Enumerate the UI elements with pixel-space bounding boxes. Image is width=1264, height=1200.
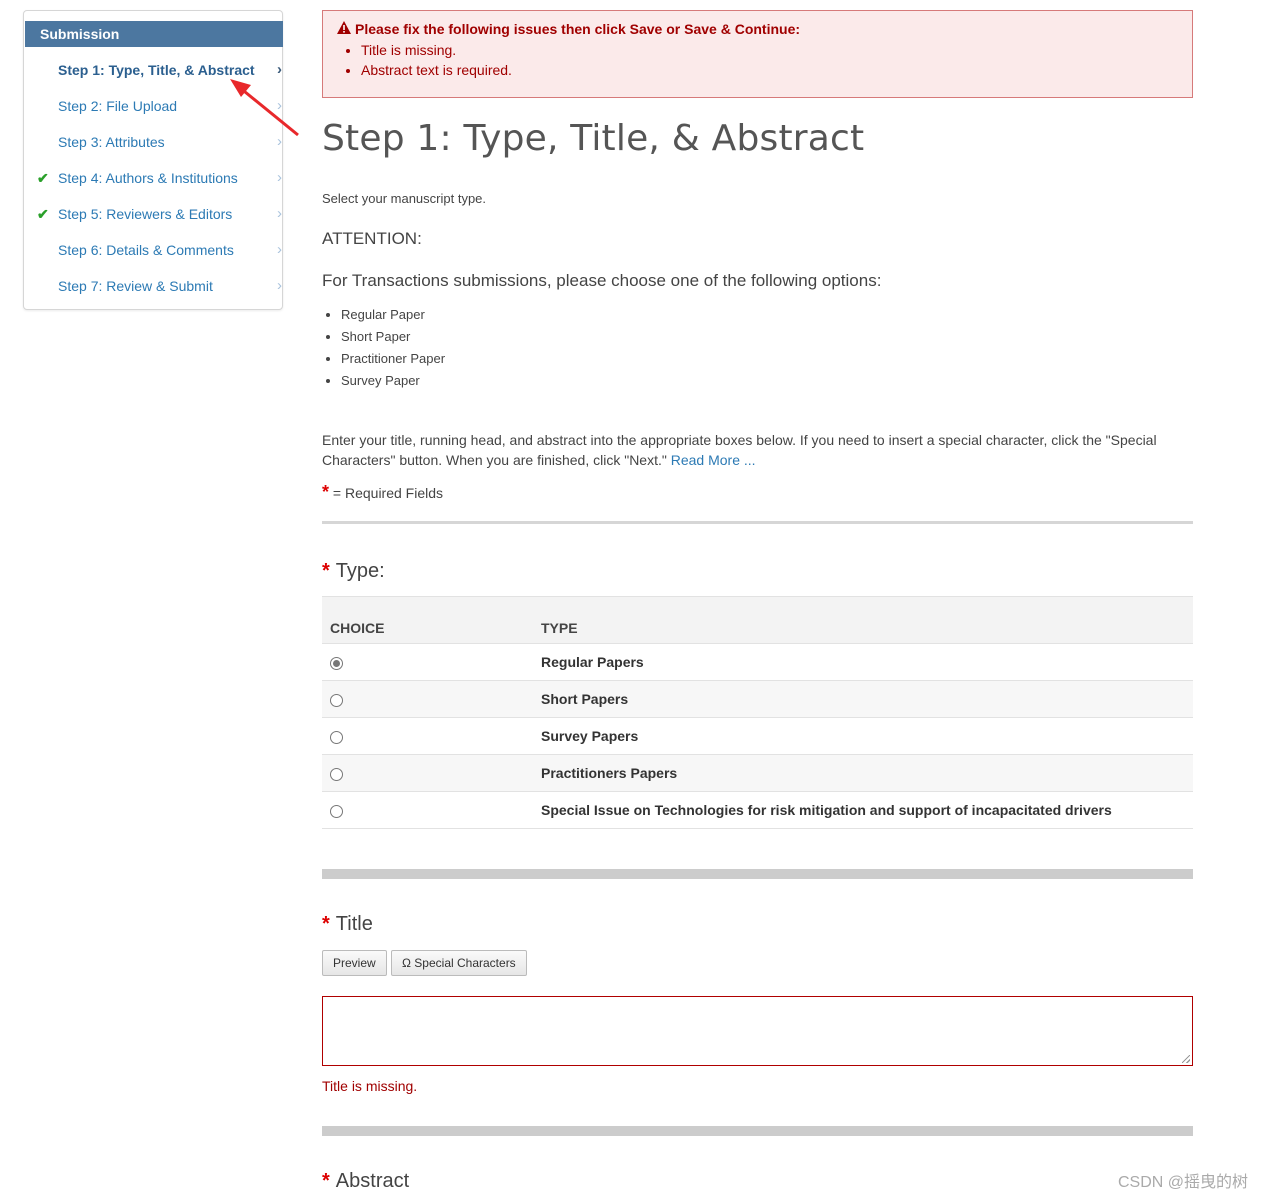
- sidebar-item-step5[interactable]: ✔ Step 5: Reviewers & Editors ›: [37, 204, 282, 224]
- sidebar-item-step4[interactable]: ✔ Step 4: Authors & Institutions ›: [37, 168, 282, 188]
- sidebar-item-step7[interactable]: Step 7: Review & Submit ›: [58, 276, 282, 296]
- radio-button[interactable]: [330, 694, 343, 707]
- chevron-right-icon: ›: [277, 169, 282, 186]
- read-more-link[interactable]: Read More ...: [671, 452, 756, 468]
- error-title-row: Please fix the following issues then cli…: [337, 21, 1178, 37]
- select-type-text: Select your manuscript type.: [322, 191, 487, 206]
- table-row[interactable]: Special Issue on Technologies for risk m…: [322, 791, 1193, 829]
- required-star: *: [322, 482, 330, 502]
- warning-icon: [337, 21, 351, 34]
- transactions-heading: For Transactions submissions, please cho…: [322, 271, 882, 290]
- section-divider: [322, 869, 1193, 879]
- table-row[interactable]: Short Papers: [322, 680, 1193, 718]
- list-item: Practitioner Paper: [341, 348, 445, 370]
- list-item: Short Paper: [341, 326, 445, 348]
- required-fields-note: * = Required Fields: [322, 482, 443, 503]
- chevron-right-icon: ›: [277, 241, 282, 258]
- list-item: Survey Paper: [341, 370, 445, 392]
- paper-options-list: Regular Paper Short Paper Practitioner P…: [322, 304, 445, 392]
- resize-handle-icon[interactable]: [1182, 1055, 1190, 1063]
- title-label: Title: [335, 913, 373, 935]
- radio-button[interactable]: [330, 657, 343, 670]
- radio-button[interactable]: [330, 731, 343, 744]
- abstract-label: Abstract: [335, 1170, 410, 1192]
- instructions-paragraph: Enter your title, running head, and abst…: [322, 430, 1193, 470]
- choice-cell: [322, 717, 533, 755]
- column-header-type: TYPE: [533, 596, 1193, 644]
- type-section-label: * Type:: [322, 560, 385, 583]
- sidebar-item-label: Step 2: File Upload: [58, 98, 178, 114]
- type-cell: Regular Papers: [533, 643, 1193, 681]
- type-cell: Practitioners Papers: [533, 754, 1193, 792]
- chevron-right-icon: ›: [277, 277, 282, 294]
- error-list: Title is missing. Abstract text is requi…: [337, 40, 1178, 80]
- watermark: CSDN @摇曳的树: [1117, 1174, 1248, 1191]
- type-label: Type:: [335, 560, 385, 582]
- sidebar-item-label: Step 5: Reviewers & Editors: [58, 206, 233, 222]
- section-divider: [322, 1126, 1193, 1136]
- radio-button[interactable]: [330, 805, 343, 818]
- table-row[interactable]: Practitioners Papers: [322, 754, 1193, 792]
- type-cell: Short Papers: [533, 680, 1193, 718]
- error-title: Please fix the following issues then cli…: [355, 21, 801, 37]
- required-star: *: [322, 1170, 330, 1192]
- checkmark-icon: ✔: [37, 170, 49, 186]
- table-row[interactable]: Regular Papers: [322, 643, 1193, 681]
- submission-sidebar: Submission Step 1: Type, Title, & Abstra…: [23, 10, 283, 310]
- special-characters-button[interactable]: Ω Special Characters: [391, 950, 527, 976]
- required-star: *: [322, 560, 330, 582]
- preview-button[interactable]: Preview: [322, 950, 387, 976]
- sidebar-item-label: Step 3: Attributes: [58, 134, 165, 150]
- sidebar-item-label: Step 6: Details & Comments: [58, 242, 234, 258]
- type-table: CHOICE TYPE Regular Papers Short Papers …: [322, 596, 1193, 829]
- list-item: Regular Paper: [341, 304, 445, 326]
- sidebar-item-label: Step 4: Authors & Institutions: [58, 170, 238, 186]
- sidebar-header: Submission: [25, 21, 283, 47]
- chevron-right-icon: ›: [277, 205, 282, 222]
- checkmark-icon: ✔: [37, 206, 49, 222]
- required-fields-text: = Required Fields: [329, 485, 444, 501]
- type-cell: Survey Papers: [533, 717, 1193, 755]
- title-section-label: * Title: [322, 913, 373, 936]
- title-field[interactable]: [322, 996, 1193, 1066]
- error-summary: Please fix the following issues then cli…: [322, 10, 1193, 98]
- error-item: Abstract text is required.: [361, 60, 1178, 80]
- required-star: *: [322, 913, 330, 935]
- choice-cell: [322, 791, 533, 829]
- table-row[interactable]: Survey Papers: [322, 717, 1193, 755]
- choice-cell: [322, 754, 533, 792]
- divider: [322, 521, 1193, 524]
- choice-cell: [322, 643, 533, 681]
- radio-button[interactable]: [330, 768, 343, 781]
- attention-heading: ATTENTION:: [322, 229, 422, 248]
- page-title: Step 1: Type, Title, & Abstract: [322, 118, 865, 159]
- title-error-message: Title is missing.: [322, 1078, 418, 1094]
- main-content: Please fix the following issues then cli…: [322, 10, 1193, 1192]
- choice-cell: [322, 680, 533, 718]
- type-cell: Special Issue on Technologies for risk m…: [533, 791, 1193, 829]
- sidebar-item-label: Step 7: Review & Submit: [58, 278, 213, 294]
- abstract-section-label: * Abstract: [322, 1170, 409, 1193]
- sidebar-item-step6[interactable]: Step 6: Details & Comments ›: [58, 240, 282, 260]
- column-header-choice: CHOICE: [322, 596, 533, 644]
- annotation-arrow-icon: [230, 79, 299, 137]
- error-item: Title is missing.: [361, 40, 1178, 60]
